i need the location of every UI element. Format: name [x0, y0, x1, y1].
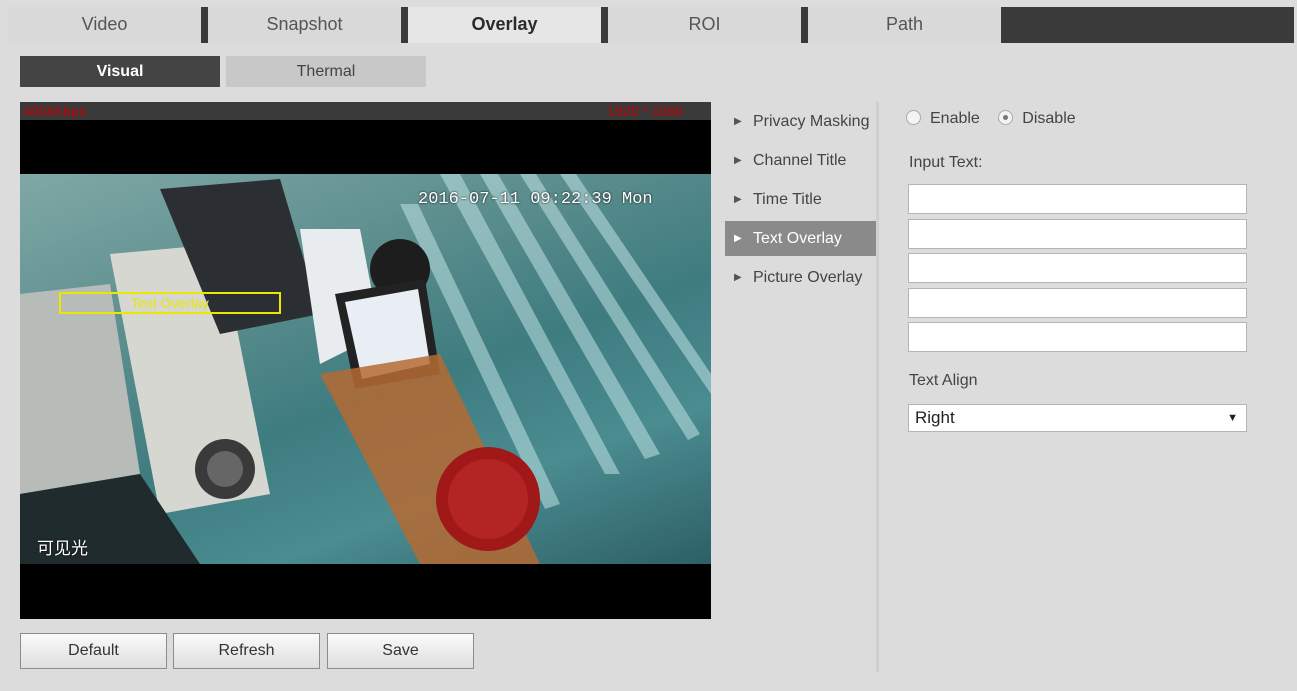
- dropdown-arrow-icon: ▼: [1227, 412, 1238, 424]
- camera-scene: 2016-07-11 09:22:39 Mon Text Overlay 可见光: [20, 174, 711, 564]
- tab-snapshot[interactable]: Snapshot: [208, 7, 401, 43]
- text-align-value: Right: [915, 408, 955, 427]
- video-status-bar: 4004Kbps 1920 * 1080: [20, 102, 711, 120]
- chevron-right-icon: ▶: [734, 116, 742, 127]
- resolution-readout: 1920 * 1080: [607, 103, 683, 119]
- tab-path[interactable]: Path: [808, 7, 1001, 43]
- menu-item-text-overlay[interactable]: ▶ Text Overlay: [725, 221, 877, 256]
- chevron-right-icon: ▶: [734, 194, 742, 205]
- text-input-1[interactable]: [908, 184, 1247, 214]
- bitrate-readout: 4004Kbps: [23, 103, 87, 119]
- menu-item-time-title[interactable]: ▶ Time Title: [725, 182, 877, 217]
- menu-item-label: Channel Title: [753, 152, 847, 169]
- scene-image: [20, 174, 711, 564]
- enable-radio-group: Enable Disable: [906, 110, 1090, 128]
- menu-item-label: Text Overlay: [753, 230, 842, 247]
- text-input-3[interactable]: [908, 253, 1247, 283]
- text-input-5[interactable]: [908, 322, 1247, 352]
- menu-divider: [876, 102, 879, 672]
- default-button[interactable]: Default: [20, 633, 167, 669]
- enable-radio[interactable]: [906, 110, 921, 125]
- menu-item-label: Privacy Masking: [753, 113, 870, 130]
- text-align-label: Text Align: [909, 372, 978, 389]
- disable-label: Disable: [1022, 110, 1076, 127]
- tab-roi[interactable]: ROI: [608, 7, 801, 43]
- tab-overlay[interactable]: Overlay: [408, 7, 601, 43]
- chevron-right-icon: ▶: [734, 155, 742, 166]
- tab-thermal[interactable]: Thermal: [226, 56, 426, 87]
- tab-visual[interactable]: Visual: [20, 56, 220, 87]
- refresh-button[interactable]: Refresh: [173, 633, 320, 669]
- menu-item-label: Time Title: [753, 191, 822, 208]
- video-preview[interactable]: 4004Kbps 1920 * 1080 2016-07-11 09:22:39…: [20, 102, 711, 619]
- osd-time-title: 2016-07-11 09:22:39 Mon: [418, 190, 653, 209]
- chevron-right-icon: ▶: [734, 272, 742, 283]
- menu-item-privacy-masking[interactable]: ▶ Privacy Masking: [725, 104, 877, 139]
- text-input-4[interactable]: [908, 288, 1247, 318]
- menu-item-label: Picture Overlay: [753, 269, 863, 286]
- chevron-right-icon: ▶: [734, 233, 742, 244]
- menu-item-picture-overlay[interactable]: ▶ Picture Overlay: [725, 260, 877, 295]
- enable-label: Enable: [930, 110, 980, 127]
- menu-item-channel-title[interactable]: ▶ Channel Title: [725, 143, 877, 178]
- disable-radio[interactable]: [998, 110, 1014, 125]
- text-input-2[interactable]: [908, 219, 1247, 249]
- osd-text-overlay-box[interactable]: Text Overlay: [59, 292, 281, 314]
- input-text-label: Input Text:: [909, 154, 983, 171]
- save-button[interactable]: Save: [327, 633, 474, 669]
- tab-video[interactable]: Video: [8, 7, 201, 43]
- top-tab-bar: Video Snapshot Overlay ROI Path: [8, 7, 1294, 43]
- overlay-menu: ▶ Privacy Masking ▶ Channel Title ▶ Time…: [725, 102, 877, 672]
- osd-channel-title: 可见光: [37, 539, 88, 558]
- text-align-select[interactable]: Right ▼: [908, 404, 1247, 432]
